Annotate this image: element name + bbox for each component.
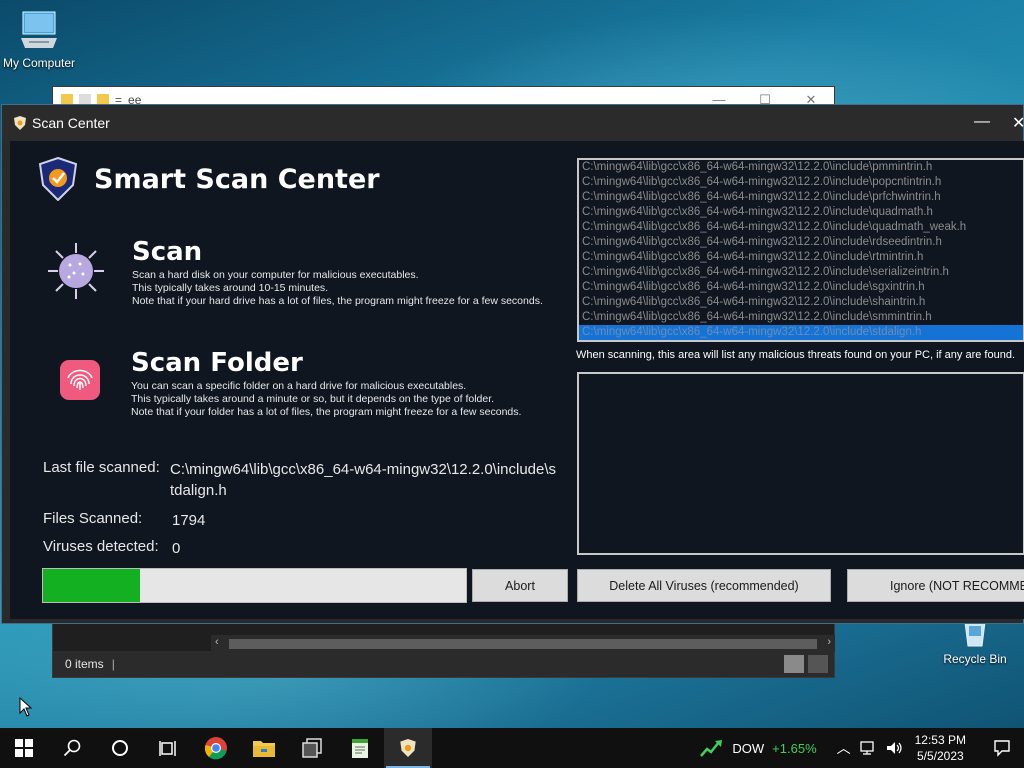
minimize-button[interactable]: — xyxy=(974,113,990,131)
desktop-icon-label: My Computer xyxy=(2,56,76,70)
app-client-area: Smart Scan Center Scan Scan a hard disk … xyxy=(10,141,1024,619)
scan-folder-description-1: You can scan a specific folder on a hard… xyxy=(131,380,467,392)
scan-progress-bar xyxy=(42,568,467,603)
file-list-row[interactable]: C:\mingw64\lib\gcc\x86_64-w64-mingw32\12… xyxy=(579,310,1023,325)
large-icons-view-icon[interactable] xyxy=(808,655,828,673)
viruses-detected-value: 0 xyxy=(172,540,181,557)
file-list-row[interactable]: C:\mingw64\lib\gcc\x86_64-w64-mingw32\12… xyxy=(579,175,1023,190)
task-view-icon xyxy=(159,741,176,756)
scan-folder-description-3: Note that if your folder has a lot of fi… xyxy=(131,406,522,418)
network-icon[interactable] xyxy=(859,740,877,756)
windows-logo-icon xyxy=(15,739,33,757)
window-title: Scan Center xyxy=(32,115,110,131)
taskbar-file-explorer[interactable] xyxy=(240,728,288,768)
threats-list[interactable] xyxy=(577,372,1024,555)
file-list-row[interactable]: C:\mingw64\lib\gcc\x86_64-w64-mingw32\12… xyxy=(579,160,1023,175)
taskbar-virtual-machine[interactable] xyxy=(288,728,336,768)
status-divider: | xyxy=(111,657,115,671)
clock-time: 12:53 PM xyxy=(914,733,966,747)
clock[interactable]: 12:53 PM 5/5/2023 xyxy=(915,732,966,764)
computer-icon xyxy=(21,11,57,48)
system-tray: DOW +1.65% ︿ 12:53 PM 5/5/2023 xyxy=(700,728,1024,768)
progress-fill xyxy=(43,569,141,602)
files-scanned: Files Scanned: 1794 xyxy=(43,510,205,529)
stock-chart-icon xyxy=(700,740,723,757)
brand-title: Smart Scan Center xyxy=(94,163,380,195)
close-button[interactable]: ✕ xyxy=(1012,113,1024,133)
scan-description-1: Scan a hard disk on your computer for ma… xyxy=(132,269,419,281)
taskbar: DOW +1.65% ︿ 12:53 PM 5/5/2023 xyxy=(0,728,1024,768)
notepad-icon xyxy=(352,739,368,758)
action-center-button[interactable] xyxy=(980,728,1024,768)
stock-name: DOW xyxy=(732,740,765,756)
file-list-row[interactable]: C:\mingw64\lib\gcc\x86_64-w64-mingw32\12… xyxy=(579,295,1023,310)
cortana-icon xyxy=(112,740,128,756)
last-file-scanned: Last file scanned: C:\mingw64\lib\gcc\x8… xyxy=(43,459,556,499)
clock-date: 5/5/2023 xyxy=(916,749,964,763)
files-scanned-value: 1794 xyxy=(172,512,206,529)
mouse-cursor-icon xyxy=(19,697,33,717)
file-list-row[interactable]: C:\mingw64\lib\gcc\x86_64-w64-mingw32\12… xyxy=(579,205,1023,220)
last-file-label: Last file scanned: xyxy=(43,459,160,476)
desktop-icon-my-computer[interactable]: My Computer xyxy=(0,8,81,70)
file-list-row[interactable]: C:\mingw64\lib\gcc\x86_64-w64-mingw32\12… xyxy=(579,265,1023,280)
cortana-button[interactable] xyxy=(96,728,144,768)
task-view-button[interactable] xyxy=(144,728,192,768)
start-button[interactable] xyxy=(0,728,48,768)
threats-caption: When scanning, this area will list any m… xyxy=(576,349,1016,361)
desktop-icon-label: Recycle Bin xyxy=(943,652,1007,666)
scan-description-2: This typically takes around 10-15 minute… xyxy=(132,282,329,294)
viruses-detected-label: Viruses detected: xyxy=(43,538,159,555)
shield-logo-icon xyxy=(38,157,78,201)
virus-icon[interactable] xyxy=(44,241,108,301)
shield-icon xyxy=(14,116,26,130)
taskbar-notepad[interactable] xyxy=(336,728,384,768)
files-scanned-label: Files Scanned: xyxy=(43,510,143,527)
viruses-detected: Viruses detected: 0 xyxy=(43,538,180,557)
file-explorer-icon xyxy=(253,741,275,757)
brand-header: Smart Scan Center xyxy=(38,157,380,201)
file-list-row[interactable]: C:\mingw64\lib\gcc\x86_64-w64-mingw32\12… xyxy=(579,325,1023,340)
scan-center-icon xyxy=(400,739,416,757)
chrome-icon xyxy=(204,737,227,760)
scan-folder-heading[interactable]: Scan Folder xyxy=(131,348,521,378)
abort-button[interactable]: Abort xyxy=(472,569,568,602)
volume-icon[interactable] xyxy=(885,740,903,756)
desktop-icon-recycle-bin[interactable]: Recycle Bin xyxy=(933,618,1017,666)
file-list-row[interactable]: C:\mingw64\lib\gcc\x86_64-w64-mingw32\12… xyxy=(579,220,1023,235)
stock-widget[interactable]: DOW +1.65% xyxy=(700,738,817,758)
scan-folder-description-2: This typically takes around a minute or … xyxy=(131,393,495,405)
file-list-row[interactable]: C:\mingw64\lib\gcc\x86_64-w64-mingw32\12… xyxy=(579,235,1023,250)
scan-section[interactable]: Scan Scan a hard disk on your computer f… xyxy=(132,237,543,308)
delete-all-viruses-button[interactable]: Delete All Viruses (recommended) xyxy=(577,569,831,602)
file-list-row[interactable]: C:\mingw64\lib\gcc\x86_64-w64-mingw32\12… xyxy=(579,190,1023,205)
scan-center-window[interactable]: Scan Center — ✕ Smart Scan Center Scan S… xyxy=(1,104,1024,624)
search-button[interactable] xyxy=(48,728,96,768)
virtual-box-icon xyxy=(302,738,322,758)
scanned-files-list[interactable]: C:\mingw64\lib\gcc\x86_64-w64-mingw32\12… xyxy=(577,158,1024,342)
taskbar-scan-center[interactable] xyxy=(384,728,432,768)
scroll-right-icon[interactable]: › xyxy=(827,636,831,648)
scan-description-3: Note that if your hard drive has a lot o… xyxy=(132,295,543,307)
fingerprint-icon[interactable] xyxy=(58,358,102,402)
scan-folder-section[interactable]: Scan Folder You can scan a specific fold… xyxy=(131,348,521,419)
notification-icon xyxy=(994,740,1010,757)
search-icon xyxy=(63,739,81,757)
stock-change: +1.65% xyxy=(772,740,817,756)
scan-heading[interactable]: Scan xyxy=(132,237,543,267)
item-count: 0 items xyxy=(65,657,104,671)
show-hidden-icons-icon[interactable]: ︿ xyxy=(837,738,851,758)
horizontal-scrollbar[interactable]: ‹ › xyxy=(211,635,835,652)
file-list-row[interactable]: C:\mingw64\lib\gcc\x86_64-w64-mingw32\12… xyxy=(579,280,1023,295)
details-view-icon[interactable] xyxy=(784,655,804,673)
app-titlebar[interactable]: Scan Center — ✕ xyxy=(2,105,1024,141)
explorer-status-bar: 0 items | xyxy=(53,651,834,677)
last-file-value: C:\mingw64\lib\gcc\x86_64-w64-mingw32\12… xyxy=(170,461,557,499)
file-list-row[interactable]: C:\mingw64\lib\gcc\x86_64-w64-mingw32\12… xyxy=(579,250,1023,265)
scroll-thumb[interactable] xyxy=(229,639,817,649)
scroll-left-icon[interactable]: ‹ xyxy=(215,636,219,648)
ignore-button[interactable]: Ignore (NOT RECOMMENDED) xyxy=(847,569,1024,602)
taskbar-chrome[interactable] xyxy=(192,728,240,768)
